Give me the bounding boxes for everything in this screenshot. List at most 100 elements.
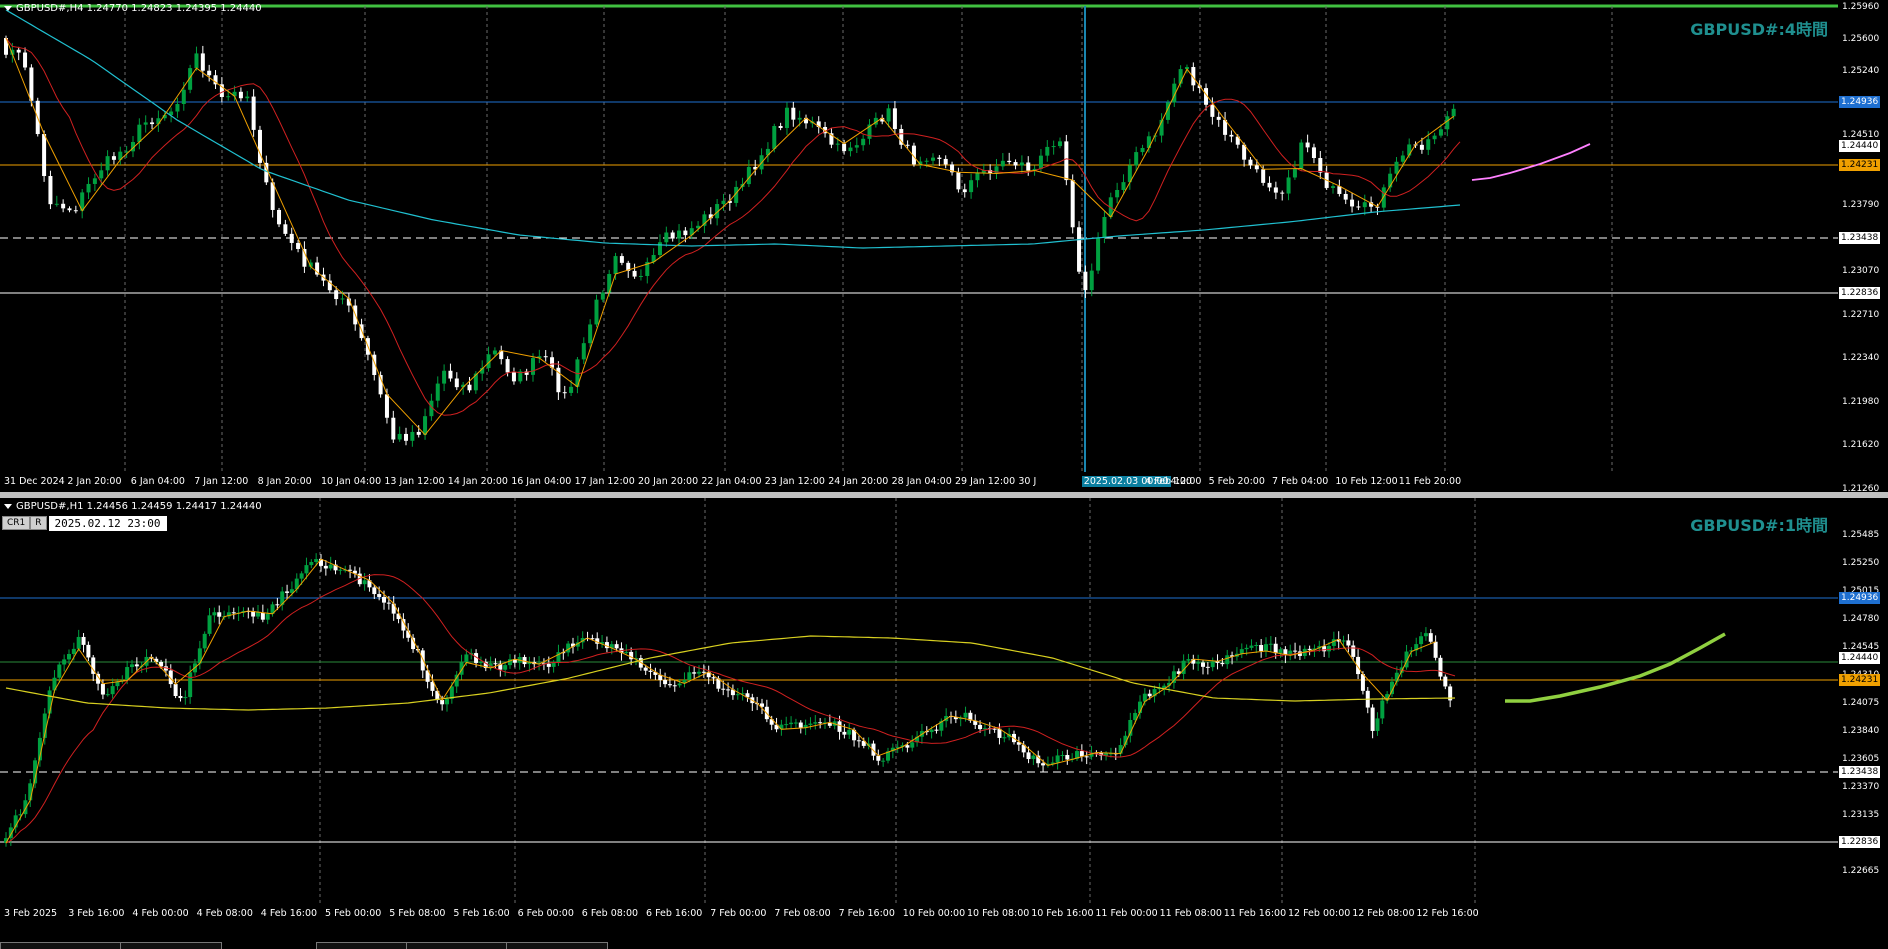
h1-candle-body <box>125 667 130 681</box>
h4-candle-body <box>105 156 110 171</box>
h4-price-axis[interactable]: 1.259601.256001.252401.248801.245101.241… <box>1838 0 1888 492</box>
h1-candle-body <box>188 672 193 698</box>
h1-chart-pane[interactable]: GBPUSD#,H1 1.24456 1.24459 1.24417 1.244… <box>0 498 1888 924</box>
h4-candle-body <box>677 230 682 239</box>
h4-candle-body <box>435 383 440 401</box>
h1-timeframe-label: GBPUSD#:1時間 <box>1690 516 1828 535</box>
h1-candle-body <box>1423 633 1428 637</box>
h4-candle-body <box>1331 186 1336 188</box>
h4-price-tick: 1.25960 <box>1842 2 1880 12</box>
h4-candle-body <box>1400 155 1405 162</box>
h1-time-tick: 12 Feb 16:00 <box>1416 908 1479 919</box>
h1-candle-body <box>1322 646 1327 652</box>
h1-time-tick: 3 Feb 16:00 <box>68 908 125 919</box>
h1-candle-body <box>905 745 910 748</box>
h1-price-tag: 1.24936 <box>1839 592 1881 604</box>
h1-candle-body <box>551 662 556 667</box>
r-badge[interactable]: R <box>30 516 47 530</box>
h4-time-tick: 6 Jan 04:00 <box>130 476 185 487</box>
h1-candle-body <box>677 683 682 686</box>
h1-candle-body <box>1443 676 1448 687</box>
h1-candle-body <box>963 712 968 718</box>
h1-candle-body <box>1055 755 1060 763</box>
h4-candle-body <box>111 156 116 160</box>
h1-candle-body <box>546 663 551 667</box>
h4-candle-body <box>1064 141 1069 181</box>
tab-strip <box>0 924 1888 948</box>
h1-candle-body <box>1147 693 1152 697</box>
h4-candle-body <box>1445 116 1450 130</box>
h1-price-tag: 1.23438 <box>1839 766 1881 778</box>
h1-candle-body <box>386 602 391 604</box>
collapse-triangle-icon[interactable] <box>4 503 12 509</box>
h4-candle-body <box>619 256 624 263</box>
h4-time-tick: 24 Jan 20:00 <box>828 476 889 487</box>
h1-candle-body <box>910 742 915 748</box>
h1-candle-body <box>624 651 629 653</box>
h4-price-tick: 1.21260 <box>1842 483 1880 493</box>
h1-price-axis[interactable]: 1.254851.252501.250151.247801.245451.243… <box>1838 498 1888 924</box>
h4-candle-body <box>86 183 91 193</box>
h1-candle-body <box>81 636 86 645</box>
h4-time-tick: 28 Jan 04:00 <box>891 476 952 487</box>
h4-chart-pane[interactable]: GBPUSD#,H4 1.24770 1.24823 1.24395 1.244… <box>0 0 1888 492</box>
h4-candle-body <box>784 107 789 129</box>
h1-candle-body <box>667 684 672 686</box>
h4-candle-body <box>137 124 142 142</box>
h1-candle-body <box>992 728 997 730</box>
cr-badge[interactable]: CR1 <box>2 516 31 530</box>
h4-price-tag: 1.24231 <box>1839 159 1881 171</box>
h1-candle-body <box>1196 662 1201 664</box>
h4-candle-body <box>1083 271 1088 291</box>
h1-candle-body <box>1419 636 1424 645</box>
h4-candle-body <box>54 203 59 205</box>
h1-time-tick: 6 Feb 00:00 <box>517 908 574 919</box>
collapse-triangle-icon[interactable] <box>4 5 12 11</box>
h1-candle-body <box>478 661 483 663</box>
h1-time-tick: 6 Feb 08:00 <box>581 908 639 919</box>
h1-candle-body <box>328 564 333 569</box>
h1-candle-body <box>323 565 328 569</box>
h1-candle-body <box>265 613 270 620</box>
h1-candle-body <box>1239 649 1244 654</box>
h4-candle-body <box>1007 160 1012 163</box>
h4-candle-body <box>683 230 688 236</box>
h4-candle-body <box>943 158 948 165</box>
h4-time-tick: 8 Jan 20:00 <box>257 476 312 487</box>
h4-time-axis[interactable]: 31 Dec 2024 2 Jan 20:00 6 Jan 04:00 7 Jan 1… <box>0 472 1838 492</box>
h1-time-axis[interactable]: 3 Feb 2025 3 Feb 16:00 4 Feb 00:00 4 Feb 08… <box>0 904 1838 924</box>
h4-time-tick: 10 Feb 12:00 <box>1335 476 1398 487</box>
h4-candle-body <box>505 359 510 373</box>
h1-candle-body <box>372 587 377 595</box>
h4-candle-body <box>956 172 961 190</box>
h1-candle-body <box>231 612 236 614</box>
h4-candle-body <box>42 134 47 177</box>
h1-candle-body <box>1065 755 1070 760</box>
h4-candle-body <box>975 172 980 181</box>
h1-time-tick: 11 Feb 16:00 <box>1223 908 1287 919</box>
h1-candle-body <box>1351 645 1356 657</box>
h4-time-tick: 4 Feb 12:00 <box>1145 476 1202 487</box>
h1-candle-body <box>1244 647 1249 650</box>
h4-candle-body <box>511 372 516 382</box>
h4-candle-body <box>16 49 21 53</box>
h4-candle-body <box>1305 142 1310 148</box>
h4-candle-body <box>1210 104 1215 117</box>
h4-candle-body <box>410 431 415 441</box>
h1-candle-body <box>391 603 396 614</box>
h1-candle-body <box>314 559 319 562</box>
h4-candle-body <box>1432 135 1437 140</box>
h4-candle-body <box>1115 190 1120 198</box>
h1-candle-body <box>837 721 842 732</box>
h1-candle-body <box>876 755 881 761</box>
h1-candle-body <box>1307 648 1312 650</box>
h1-candle-body <box>1210 661 1215 668</box>
h4-candle-body <box>924 160 929 162</box>
h4-price-plot[interactable] <box>0 0 1838 472</box>
h4-candle-body <box>1121 182 1126 191</box>
h4-time-tick: 29 Jan 12:00 <box>955 476 1016 487</box>
h1-candle-body <box>299 573 304 579</box>
h1-time-tick: 11 Feb 08:00 <box>1159 908 1222 919</box>
h1-price-plot[interactable] <box>0 498 1838 904</box>
h1-candle-body <box>663 680 668 685</box>
